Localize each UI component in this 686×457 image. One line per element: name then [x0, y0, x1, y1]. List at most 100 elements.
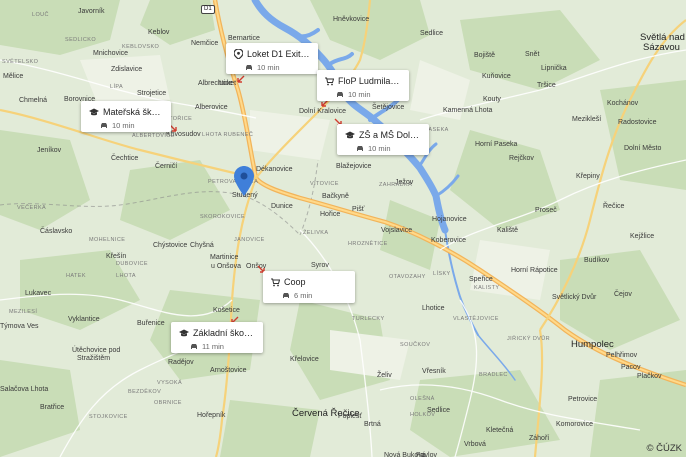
- place-label: Želiv: [377, 372, 392, 379]
- car-icon: [283, 293, 289, 298]
- place-label: Bernartice: [228, 35, 260, 42]
- region-label: DUBOVICE: [116, 261, 148, 267]
- place-label: Kletečná: [486, 427, 514, 434]
- poi-card-loket-exit[interactable]: Loket D1 Exit 66 10 min: [226, 43, 318, 74]
- region-label: LHOTA RUBENEČ: [202, 132, 254, 138]
- place-label: Humpolec: [571, 339, 614, 350]
- region-label: LOUČ: [32, 12, 49, 18]
- region-label: KEBLOVSKO: [122, 44, 160, 50]
- poi-card-materska-skola[interactable]: Mateřská škola 10 min: [81, 101, 171, 132]
- region-label: OLEŠNÁ: [410, 396, 435, 402]
- place-label: Hněvkovice: [333, 16, 370, 23]
- place-label: Vyklantice: [68, 316, 100, 323]
- poi-title: Loket D1 Exit 66: [247, 49, 310, 59]
- region-label: SVĚTELSKO: [2, 59, 39, 65]
- place-label: Týmova Ves: [0, 323, 39, 330]
- place-label: Strojetice: [137, 90, 167, 97]
- place-label: Horní Paseka: [475, 141, 518, 148]
- place-label: Dolní Město: [624, 145, 662, 152]
- region-label: VLASTĚJOVICE: [453, 316, 499, 322]
- place-label: Kuňovice: [482, 73, 511, 80]
- place-label: Pišť: [352, 206, 365, 213]
- region-label: MEZILESÍ: [9, 309, 38, 315]
- place-label: Křešín: [106, 253, 127, 260]
- region-label: OTAVOZAHY: [389, 274, 426, 280]
- place-label: Bačkyně: [322, 193, 349, 200]
- region-label: LÍPA: [110, 84, 124, 90]
- poi-drive-time: 10 min: [368, 144, 391, 153]
- place-label: Budíkov: [584, 257, 610, 264]
- poi-drive-time: 10 min: [257, 63, 280, 72]
- place-label: Světlický Dvůr: [552, 294, 597, 301]
- place-label: Sázavou: [643, 42, 680, 53]
- region-label: JANOVICE: [234, 237, 265, 243]
- poi-title: Mateřská škola: [103, 107, 163, 117]
- region-label: ŽELIVKA: [303, 230, 329, 236]
- car-icon: [101, 123, 107, 128]
- place-label: Rejčkov: [509, 155, 534, 162]
- place-label: Košetice: [213, 307, 240, 314]
- shopping-cart-icon: [325, 77, 334, 85]
- place-label: Albrechtice: [198, 80, 233, 87]
- poi-card-zs-ms-dolni-kralovice[interactable]: ZŠ a MŠ Dolní Kra... 10 min: [337, 124, 429, 155]
- place-label: Kamenná Lhota: [443, 107, 493, 114]
- region-label: MOHELNICE: [89, 237, 126, 243]
- poi-card-zakladni-skola[interactable]: Základní škola a ... 11 min: [171, 322, 263, 353]
- car-icon: [337, 92, 343, 97]
- direction-arrow-icon: [237, 75, 245, 83]
- place-label: Arnoštovice: [210, 367, 247, 374]
- place-label: Martinice: [210, 254, 239, 261]
- region-label: LÍSKY: [433, 271, 451, 277]
- place-label: Chýstovice: [153, 242, 188, 249]
- place-label: Kouty: [483, 96, 501, 103]
- place-label: Šetějovice: [372, 104, 405, 111]
- school-icon: [345, 131, 355, 139]
- region-label: TURLECKY: [352, 316, 385, 322]
- region-label: SKOROKOVICE: [200, 214, 246, 220]
- place-label: Chyšná: [190, 242, 214, 249]
- place-label: Vrbová: [464, 441, 486, 448]
- region-label: JIŘICKÝ DVŮR: [507, 336, 550, 342]
- place-label: Lipnička: [541, 65, 567, 72]
- map-base-layer: [0, 0, 686, 457]
- place-label: Plačkov: [637, 373, 662, 380]
- school-icon: [179, 329, 189, 337]
- place-label: Chmelná: [19, 97, 48, 104]
- region-label: BEZDĚKOV: [128, 389, 162, 395]
- car-icon: [357, 146, 363, 151]
- region-label: VYSOKÁ: [157, 380, 183, 386]
- poi-drive-time: 11 min: [202, 342, 224, 351]
- place-label: Řečice: [603, 203, 625, 210]
- place-label: Horní Rápotice: [511, 267, 558, 274]
- place-label: Radostovice: [618, 119, 657, 126]
- place-label: Pacov: [621, 364, 641, 371]
- road-shield-d1: D1: [201, 5, 215, 14]
- map-canvas[interactable]: Javorník Keblov Mnichovice Mělice Chmelná Bor…: [0, 0, 686, 457]
- place-label: Sedlice: [420, 30, 443, 37]
- region-label: SEDLICKO: [65, 37, 97, 43]
- poi-card-flop[interactable]: FloP Ludmila Bur... 10 min: [317, 70, 409, 101]
- place-label: Bratřice: [40, 404, 65, 411]
- region-label: ZAHRÁDKA: [379, 182, 413, 188]
- poi-title: FloP Ludmila Bur...: [338, 76, 401, 86]
- place-label: Speřice: [469, 276, 493, 283]
- location-pin[interactable]: [234, 166, 254, 201]
- place-label: Mělice: [3, 73, 24, 80]
- region-label: VÍTOVICE: [310, 181, 339, 187]
- place-label: Komorovice: [556, 421, 593, 428]
- place-label: Křepiny: [576, 173, 600, 180]
- place-label: Brtná: [364, 421, 381, 428]
- place-label: Mezikleší: [572, 116, 602, 123]
- place-label: Vojslavice: [381, 227, 413, 234]
- poi-card-coop[interactable]: Coop 6 min: [263, 271, 355, 303]
- place-label: Čáslavsko: [40, 228, 73, 235]
- region-label: HOLKOV: [410, 412, 436, 418]
- place-label: Černičí: [155, 163, 178, 170]
- region-label: HROZNĚTICE: [348, 241, 388, 247]
- school-icon: [89, 108, 99, 116]
- shopping-cart-icon: [271, 278, 280, 286]
- region-label: VEČERKA: [17, 205, 47, 211]
- place-label: Pelhřimov: [606, 352, 638, 359]
- place-label: Stražištěm: [77, 355, 111, 362]
- region-label: HATEK: [66, 273, 86, 279]
